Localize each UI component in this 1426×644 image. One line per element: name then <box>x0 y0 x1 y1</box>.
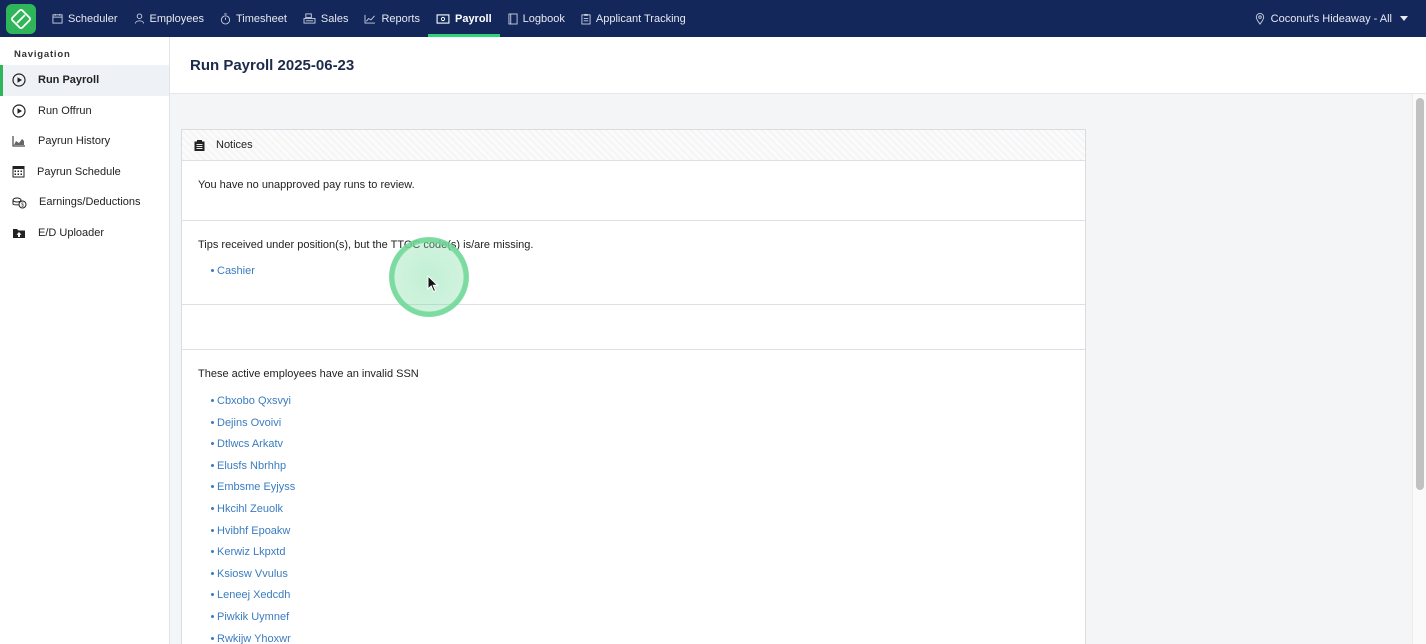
logo-icon <box>11 8 31 29</box>
notices-panel: Notices You have no unapproved pay runs … <box>181 129 1086 644</box>
nav-scheduler[interactable]: Scheduler <box>44 0 126 37</box>
sidebar-item-label: Run Payroll <box>38 74 100 87</box>
employee-list-item: Embsme Eyjyss <box>198 480 1069 502</box>
nav-timesheet[interactable]: Timesheet <box>212 0 295 37</box>
page-header: Run Payroll 2025-06-23 <box>170 37 1426 94</box>
employee-list-item: Leneej Xedcdh <box>198 588 1069 610</box>
tips-position-list: Cashier <box>198 264 1069 286</box>
notice-unapproved: You have no unapproved pay runs to revie… <box>182 161 1085 221</box>
employee-list-item-link[interactable]: Ksiosw Vvulus <box>217 568 288 580</box>
nav-sales-label: Sales <box>320 12 349 25</box>
tips-position-item: Cashier <box>198 264 1069 286</box>
nav-logbook-label: Logbook <box>522 12 565 25</box>
employee-list-item-link[interactable]: Elusfs Nbrhhp <box>217 460 286 472</box>
sidebar: Navigation Run Payroll Run Offrun Payrun… <box>0 37 170 644</box>
employee-list-item-link[interactable]: Piwkik Uymnef <box>217 611 289 623</box>
notice-board-icon <box>194 139 205 151</box>
employee-list-item: Piwkik Uymnef <box>198 610 1069 632</box>
nav-sales[interactable]: Sales <box>295 0 357 37</box>
employee-list-item: Hkcihl Zeuolk <box>198 502 1069 524</box>
employee-list-item-link[interactable]: Kerwiz Lkpxtd <box>217 546 285 558</box>
employee-list-item-link[interactable]: Cbxobo Qxsvyi <box>217 395 291 407</box>
book-icon <box>508 13 518 24</box>
calendar-grid-icon <box>12 166 25 178</box>
employee-list-item-link[interactable]: Hvibhf Epoakw <box>217 525 290 537</box>
clipboard-icon <box>581 13 591 24</box>
notices-title: Notices <box>216 139 253 151</box>
nav-timesheet-label: Timesheet <box>235 12 287 25</box>
sidebar-item-earnings-deductions[interactable]: $ Earnings/Deductions <box>0 187 169 218</box>
stopwatch-icon <box>220 13 231 24</box>
employee-list-item: Dejins Ovoivi <box>198 416 1069 438</box>
sidebar-item-run-payroll[interactable]: Run Payroll <box>0 65 169 96</box>
vertical-scrollbar[interactable] <box>1412 94 1426 644</box>
nav-applicant-tracking[interactable]: Applicant Tracking <box>573 0 694 37</box>
page-title: Run Payroll 2025-06-23 <box>190 56 355 74</box>
play-circle-icon <box>12 73 26 87</box>
sidebar-item-label: Payrun History <box>38 135 111 148</box>
sidebar-item-label: Earnings/Deductions <box>39 196 141 209</box>
app-logo[interactable] <box>6 3 36 34</box>
nav-applicant-tracking-label: Applicant Tracking <box>595 12 686 25</box>
coins-icon: $ <box>12 197 27 209</box>
employee-list-item-link[interactable]: Dtlwcs Arkatv <box>217 438 283 450</box>
sidebar-item-label: Run Offrun <box>38 104 92 117</box>
register-icon <box>303 13 316 24</box>
sidebar-item-payrun-history[interactable]: Payrun History <box>0 126 169 157</box>
location-label: Coconut's Hideaway - All <box>1270 12 1392 25</box>
nav-reports[interactable]: Reports <box>356 0 428 37</box>
nav-employees[interactable]: Employees <box>126 0 212 37</box>
notice-tips: Tips received under position(s), but the… <box>182 221 1085 305</box>
nav-payroll-label: Payroll <box>454 12 492 25</box>
nav-logbook[interactable]: Logbook <box>500 0 573 37</box>
nav-payroll[interactable]: Payroll <box>427 0 500 37</box>
employee-list-item: Rwkijw Yhoxwr <box>198 632 1069 644</box>
sidebar-item-payrun-schedule[interactable]: Payrun Schedule <box>0 157 169 188</box>
sidebar-item-label: E/D Uploader <box>38 226 105 239</box>
nav-reports-label: Reports <box>381 12 420 25</box>
employee-list-item: Cbxobo Qxsvyi <box>198 394 1069 416</box>
notice-text: You have no unapproved pay runs to revie… <box>198 179 415 191</box>
top-navigation-bar: Scheduler Employees Timesheet Sales Repo… <box>0 0 1426 37</box>
employee-list-item: Elusfs Nbrhhp <box>198 459 1069 481</box>
notices-header: Notices <box>182 130 1085 161</box>
calendar-icon <box>52 13 63 24</box>
folder-upload-icon <box>13 228 25 238</box>
notice-text: Tips received under position(s), but the… <box>198 239 534 251</box>
mouse-cursor-icon <box>427 275 439 293</box>
nav-employees-label: Employees <box>149 12 204 25</box>
notice-empty <box>182 305 1085 350</box>
area-chart-icon <box>12 136 25 147</box>
employee-list-item-link[interactable]: Leneej Xedcdh <box>217 589 290 601</box>
sidebar-item-ed-uploader[interactable]: E/D Uploader <box>0 218 169 249</box>
money-icon <box>436 13 450 24</box>
employee-list-item: Hvibhf Epoakw <box>198 524 1069 546</box>
employee-list-item-link[interactable]: Hkcihl Zeuolk <box>217 503 283 515</box>
chevron-down-icon <box>1400 16 1408 21</box>
person-icon <box>134 13 144 24</box>
employee-list-item-link[interactable]: Rwkijw Yhoxwr <box>217 633 291 644</box>
svg-text:$: $ <box>21 202 24 208</box>
map-pin-icon <box>1255 12 1264 25</box>
nav-scheduler-label: Scheduler <box>68 12 118 25</box>
sidebar-heading: Navigation <box>14 49 71 60</box>
location-selector[interactable]: Coconut's Hideaway - All <box>1255 0 1408 37</box>
scrollbar-thumb[interactable] <box>1416 98 1424 490</box>
employee-list-item: Ksiosw Vvulus <box>198 567 1069 589</box>
invalid-ssn-employee-list: Cbxobo Qxsvyi Dejins Ovoivi Dtlwcs Arkatv E… <box>198 394 1069 644</box>
notice-invalid-ssn: These active employees have an invalid S… <box>182 350 1085 644</box>
sidebar-item-label: Payrun Schedule <box>37 165 121 178</box>
chart-line-icon <box>364 14 376 24</box>
play-circle-icon <box>12 104 26 118</box>
sidebar-item-run-offrun[interactable]: Run Offrun <box>0 96 169 127</box>
employee-list-item-link[interactable]: Embsme Eyjyss <box>217 481 295 493</box>
employee-list-item: Dtlwcs Arkatv <box>198 437 1069 459</box>
employee-list-item-link[interactable]: Dejins Ovoivi <box>217 417 281 429</box>
employee-list-item: Kerwiz Lkpxtd <box>198 545 1069 567</box>
tips-position-item-link[interactable]: Cashier <box>217 265 255 277</box>
notice-text: These active employees have an invalid S… <box>198 368 419 380</box>
